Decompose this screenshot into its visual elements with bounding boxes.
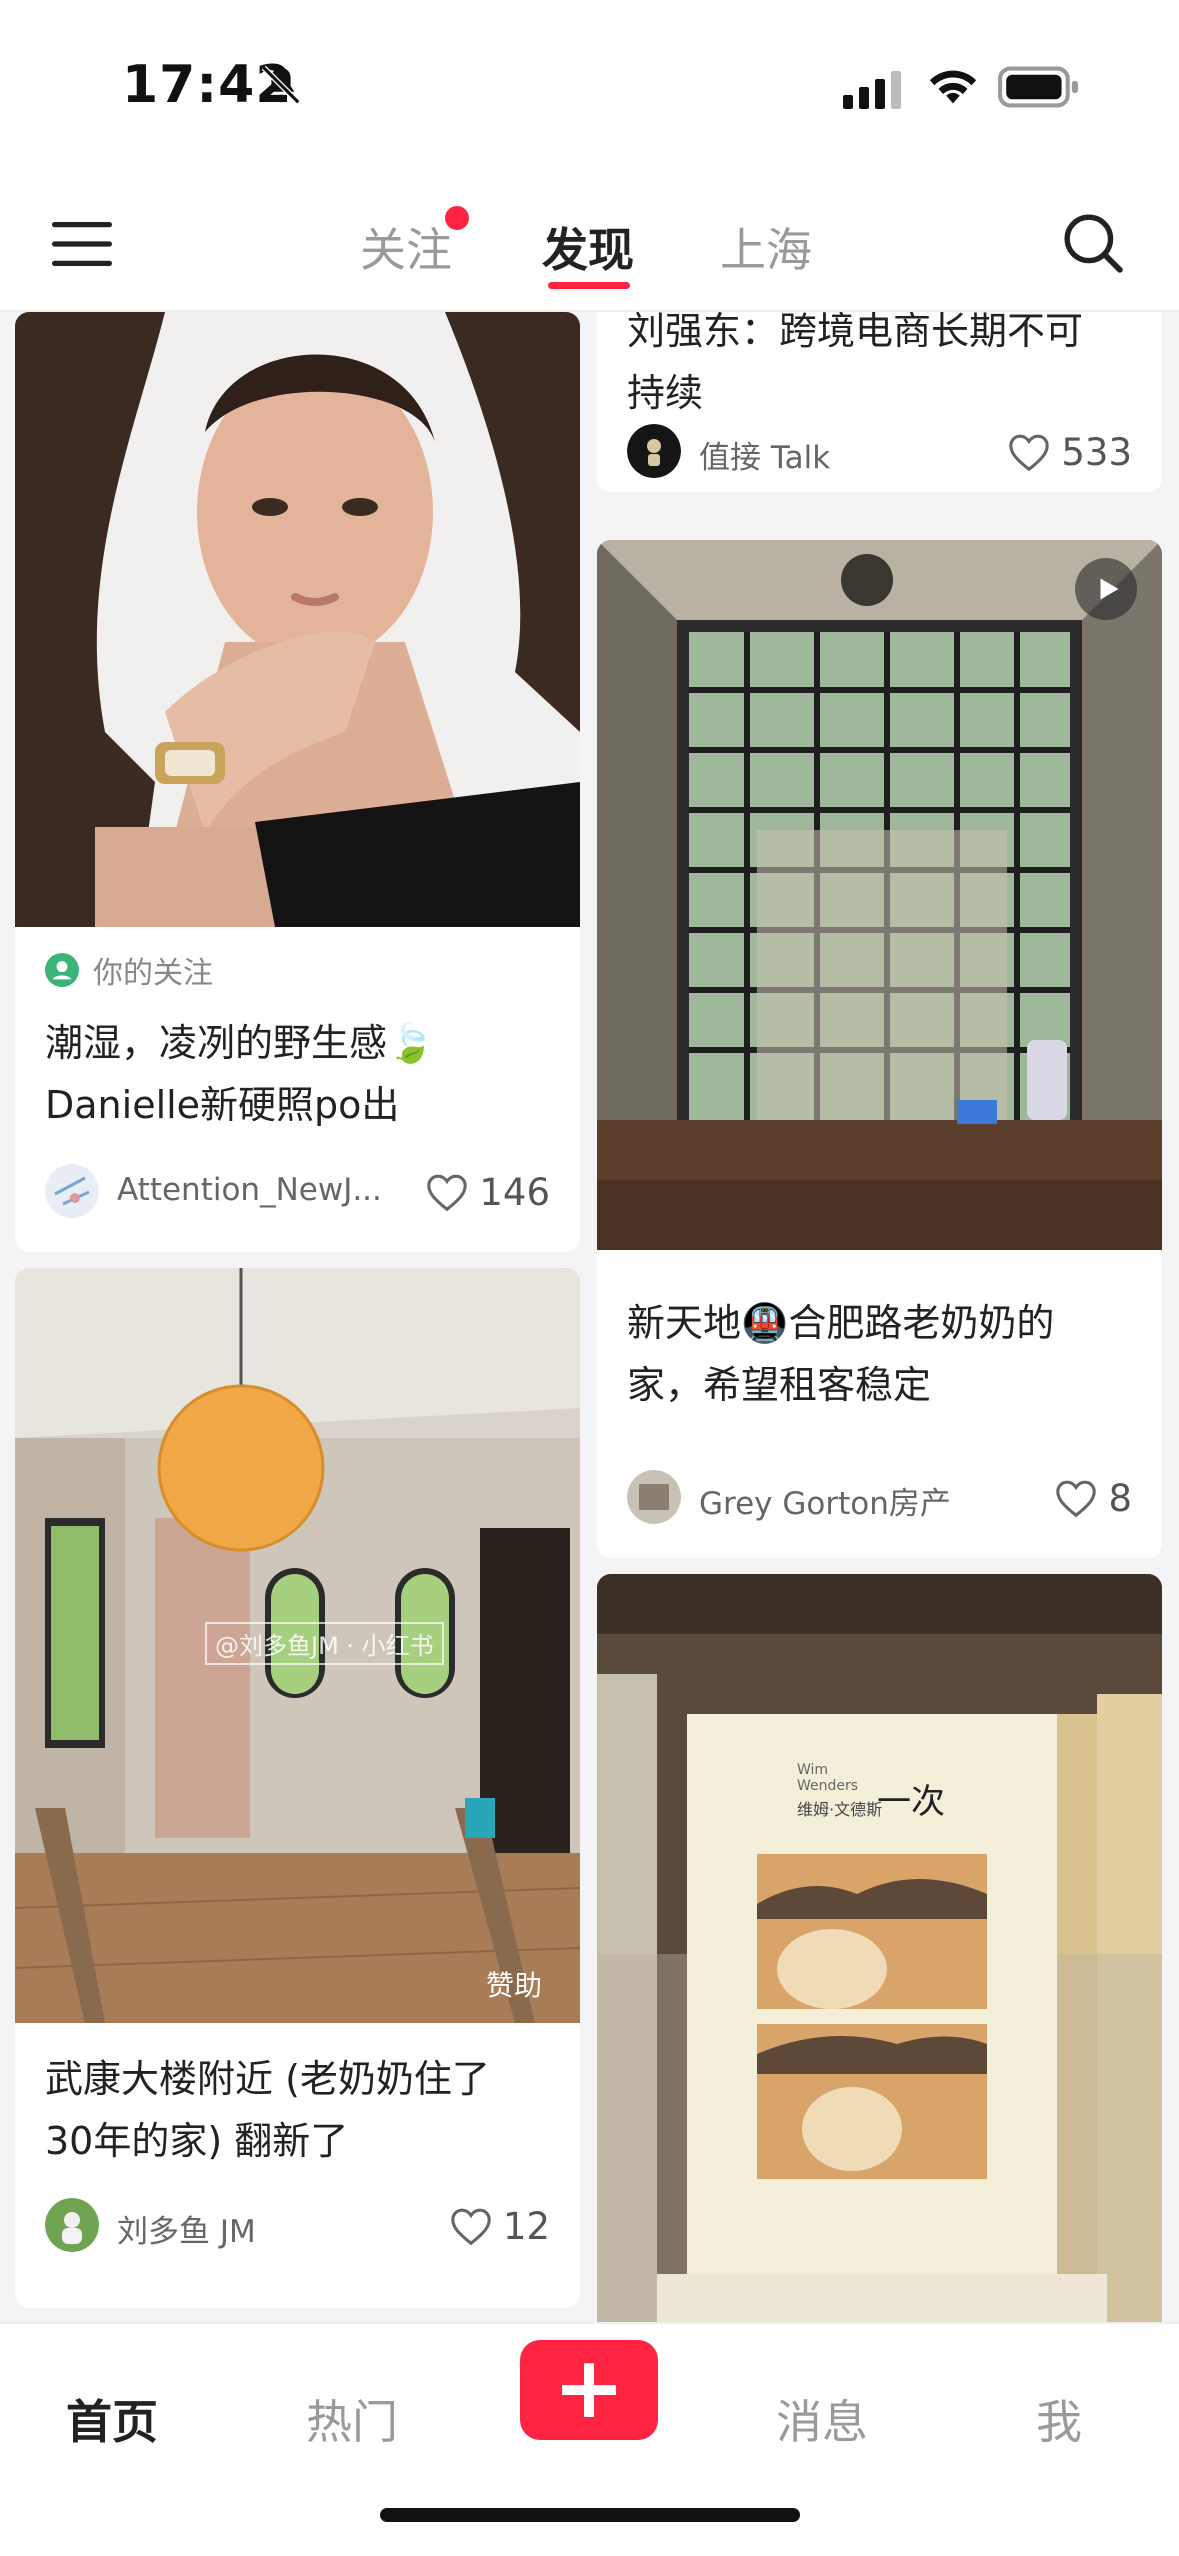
card-title-line: 30年的家) 翻新了: [45, 2119, 349, 2163]
follow-tag: 你的关注: [45, 948, 213, 992]
tab-follow[interactable]: 关注: [360, 214, 452, 280]
card-title: 新天地🚇合肥路老奶奶的 家，希望租客稳定: [627, 1292, 1138, 1416]
card-image-window-nook[interactable]: [597, 540, 1162, 1250]
user-follow-icon: [45, 953, 79, 987]
avatar[interactable]: [45, 1164, 99, 1218]
sponsor-label: 赞助: [485, 1969, 542, 2002]
card-image-portrait[interactable]: [15, 312, 580, 927]
author-name[interactable]: 刘多鱼 JM: [117, 2206, 256, 2251]
author-row: 刘多鱼 JM 12: [45, 2198, 550, 2254]
card-title: 刘强东：跨境电商长期不可 持续: [627, 312, 1138, 424]
like-button[interactable]: 533: [1007, 428, 1132, 476]
top-nav: 关注 发现 上海: [0, 170, 1179, 312]
video-play-badge: [1075, 558, 1137, 620]
tab-discover[interactable]: 发现: [542, 214, 634, 280]
author-name[interactable]: Attention_NewJ...: [117, 1172, 382, 1208]
like-button[interactable]: 8: [1054, 1474, 1132, 1522]
card-title-line: Danielle新硬照po出: [45, 1083, 400, 1127]
author-row: Attention_NewJ... 146: [45, 1164, 550, 1220]
heart-icon: [1056, 1480, 1097, 1518]
active-tab-indicator: [548, 282, 630, 289]
tab-me[interactable]: 我: [1036, 2386, 1082, 2452]
card-title-line: 武康大楼附近 (老奶奶住了: [45, 2057, 490, 2101]
search-icon[interactable]: [1062, 212, 1124, 274]
plus-icon: +: [552, 2338, 626, 2438]
status-bar: 17:42: [0, 0, 1179, 170]
heart-icon: [1009, 434, 1050, 472]
avatar[interactable]: [627, 424, 681, 478]
like-button[interactable]: 12: [449, 2202, 550, 2250]
card-title-line: 刘强东：跨境电商长期不可: [627, 312, 1084, 353]
tab-city[interactable]: 上海: [720, 214, 812, 280]
author-name[interactable]: Grey Gorton房产: [699, 1478, 951, 1523]
note-card[interactable]: @刘多鱼JM · 小红书 赞助 武康大楼附近 (老奶奶住了 30年的家) 翻新了…: [15, 1268, 580, 2308]
play-icon: [1100, 578, 1119, 600]
like-count: 533: [1061, 430, 1132, 474]
cellular-signal-icon: [843, 71, 901, 109]
like-count: 8: [1108, 1476, 1132, 1520]
follow-tag-label: 你的关注: [93, 956, 213, 991]
author-row: Grey Gorton房产 8: [627, 1470, 1132, 1526]
notification-dot: [445, 206, 469, 230]
avatar[interactable]: [45, 2198, 99, 2252]
heart-icon: [451, 2208, 491, 2246]
like-count: 12: [502, 2204, 550, 2248]
feed[interactable]: 你的关注 潮湿，凌冽的野生感🍃 Danielle新硬照po出 Attention…: [0, 312, 1179, 2322]
card-image-bookshelf[interactable]: [597, 1574, 1162, 2322]
card-title: 武康大楼附近 (老奶奶住了 30年的家) 翻新了: [45, 2048, 556, 2172]
bell-muted-icon: [261, 65, 301, 105]
book-author-en: Wim Wenders: [797, 1762, 859, 1794]
card-title-line: 潮湿，凌冽的野生感🍃: [45, 1021, 435, 1065]
tab-home[interactable]: 首页: [66, 2386, 158, 2452]
like-count: 146: [479, 1170, 550, 1214]
author-row: 值接 Talk 533: [627, 424, 1132, 480]
book-author: 维姆·文德斯: [797, 1800, 883, 1819]
card-title-line: 家，希望租客稳定: [627, 1363, 932, 1407]
author-name[interactable]: 值接 Talk: [699, 432, 830, 477]
image-watermark: @刘多鱼JM · 小红书: [205, 1622, 444, 1665]
note-card[interactable]: 你的关注 潮湿，凌冽的野生感🍃 Danielle新硬照po出 Attention…: [15, 312, 580, 1252]
wifi-icon: [929, 70, 977, 104]
home-indicator[interactable]: [380, 2508, 800, 2522]
card-title: 潮湿，凌冽的野生感🍃 Danielle新硬照po出: [45, 1012, 556, 1136]
note-card[interactable]: 刘强东：跨境电商长期不可 持续 值接 Talk 533: [597, 312, 1162, 492]
card-title-line: 新天地🚇合肥路老奶奶的: [627, 1301, 1055, 1345]
avatar[interactable]: [627, 1470, 681, 1524]
note-card[interactable]: 新天地🚇合肥路老奶奶的 家，希望租客稳定 Grey Gorton房产 8: [597, 540, 1162, 1558]
book-title: 一次: [877, 1782, 945, 1822]
note-card[interactable]: Wim Wenders 维姆·文德斯 一次: [597, 1574, 1162, 2322]
heart-icon: [427, 1174, 468, 1212]
like-button[interactable]: 146: [425, 1168, 550, 1216]
menu-icon[interactable]: [52, 220, 112, 268]
create-post-button[interactable]: +: [520, 2340, 658, 2440]
battery-icon: [998, 66, 1078, 108]
tab-hot[interactable]: 热门: [306, 2386, 398, 2452]
card-title-line: 持续: [627, 371, 704, 415]
tab-messages[interactable]: 消息: [776, 2386, 868, 2452]
